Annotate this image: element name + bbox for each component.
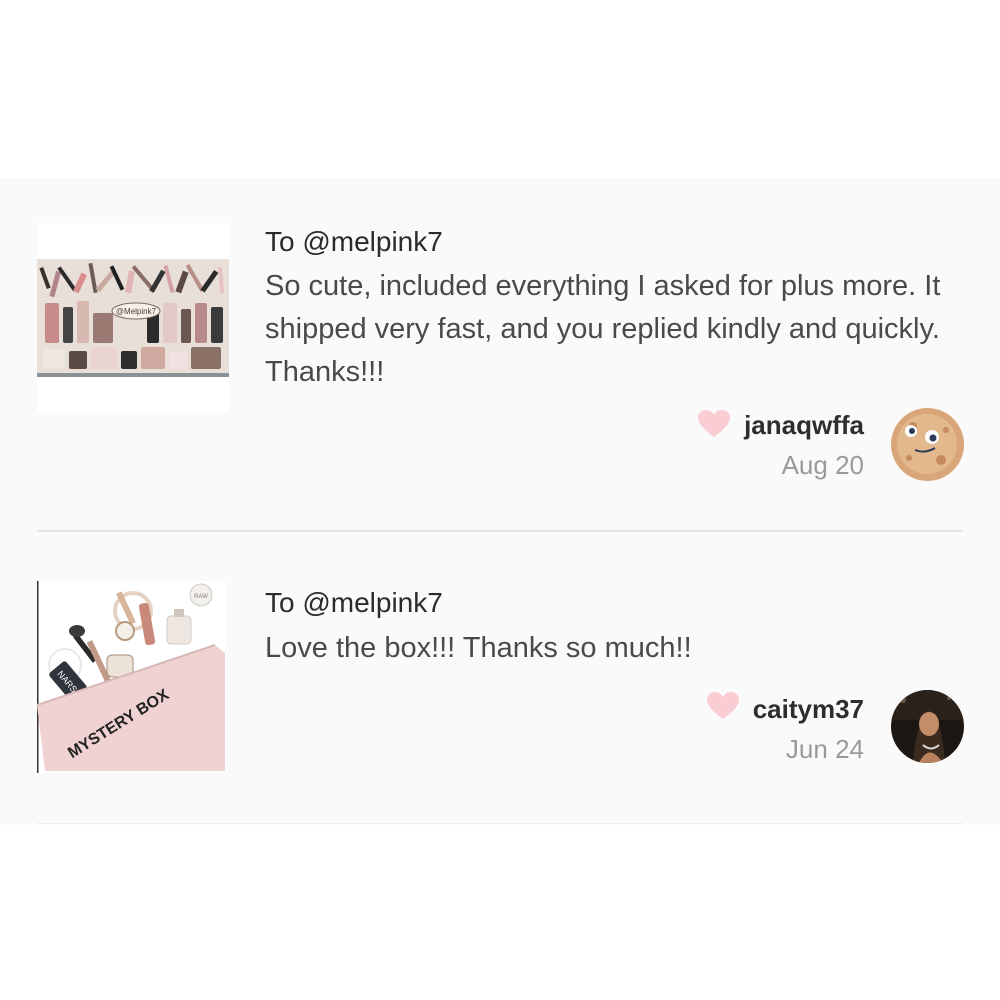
reviewer-username[interactable]: janaqwffa [664,410,864,441]
reviewer-avatar[interactable] [891,408,964,481]
review-date: Jun 24 [785,734,864,764]
review-recipient: To @melpink7 [265,226,443,257]
review-text: Love the box!!! Thanks so much!! [265,632,692,664]
watermark-badge: @Melpink7 [111,302,161,320]
review-item: RAW NARS MYSTERY BOX To @melpink7 Love t… [0,532,1000,825]
review-photo-thumbnail[interactable]: RAW NARS MYSTERY BOX [37,581,225,773]
reviewer-username[interactable]: caitym37 [664,694,864,725]
review-text: So cute, included everything I asked for… [265,270,941,388]
reviews-list: @Melpink7 To @melpink7 So cute, included… [0,178,1000,825]
reviewer-avatar[interactable] [891,690,964,763]
review-divider [37,823,963,824]
review-item: @Melpink7 To @melpink7 So cute, included… [0,178,1000,532]
avatar-image [891,408,964,481]
svg-text:@Melpink7: @Melpink7 [116,307,157,316]
makeup-collection-photo: @Melpink7 [37,223,229,413]
mystery-box-photo: RAW NARS MYSTERY BOX [37,581,225,773]
avatar-image [891,690,964,763]
review-date: Aug 20 [781,450,864,480]
review-photo-thumbnail[interactable]: @Melpink7 [37,223,229,413]
svg-text:RAW: RAW [194,594,208,600]
review-recipient: To @melpink7 [265,587,443,618]
